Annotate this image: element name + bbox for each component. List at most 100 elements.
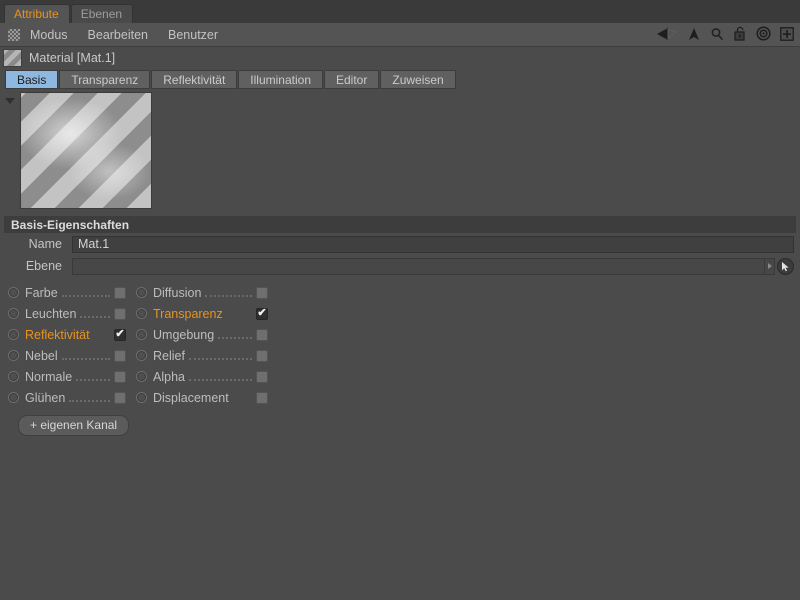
dot-leader — [218, 325, 252, 339]
up-arrow-icon[interactable] — [687, 27, 701, 44]
radio-icon[interactable] — [8, 308, 19, 319]
menu-icon-group — [656, 23, 794, 47]
dot-leader — [205, 283, 252, 297]
ebene-label: Ebene — [25, 259, 62, 273]
radio-icon[interactable] — [136, 308, 147, 319]
channel-checkbox[interactable]: ✔ — [256, 307, 268, 320]
channel-toggle-grid: Farbe ✔ Diffusion ✔ Leuchten ✔ Transpare… — [0, 282, 268, 408]
name-input[interactable]: Mat.1 — [72, 235, 794, 253]
ebene-input[interactable] — [72, 257, 765, 275]
material-preview-row — [0, 89, 800, 214]
dot-leader — [80, 304, 110, 318]
dot-leader — [188, 367, 252, 381]
preview-collapse-column — [0, 92, 20, 214]
dot-leader — [188, 346, 252, 360]
name-field-row: Name Mat.1 — [0, 233, 800, 255]
tab-illumination[interactable]: Illumination — [238, 69, 323, 89]
radio-icon[interactable] — [8, 287, 19, 298]
radio-icon[interactable] — [136, 392, 147, 403]
radio-icon[interactable] — [8, 371, 19, 382]
dot-leader — [94, 326, 110, 338]
material-tab-bar: Basis Transparenz Reflektivität Illumina… — [0, 69, 800, 89]
channel-checkbox[interactable]: ✔ — [114, 307, 126, 320]
grid-icon[interactable] — [8, 28, 20, 41]
channel-row-transparenz[interactable]: Transparenz ✔ — [136, 303, 268, 324]
channel-label: Transparenz — [153, 306, 223, 321]
ebene-field-row: Ebene — [0, 255, 800, 277]
back-arrow-icon[interactable] — [656, 27, 678, 44]
channel-checkbox[interactable]: ✔ — [114, 328, 126, 341]
tab-editor[interactable]: Editor — [324, 69, 380, 89]
material-title-bar: Material [Mat.1] — [0, 47, 800, 69]
add-channel-row: + eigenen Kanal — [0, 415, 800, 436]
channel-checkbox[interactable]: ✔ — [114, 370, 126, 383]
channel-label: Displacement — [153, 390, 229, 405]
radio-icon[interactable] — [136, 371, 147, 382]
add-own-channel-button[interactable]: + eigenen Kanal — [18, 415, 130, 436]
channel-label: Diffusion — [153, 285, 202, 300]
radio-icon[interactable] — [8, 329, 19, 340]
channel-row-alpha[interactable]: Alpha ✔ — [136, 366, 268, 387]
channel-checkbox[interactable]: ✔ — [256, 370, 268, 383]
attribute-manager-window: Attribute Ebenen Modus Bearbeiten Benutz… — [0, 0, 800, 600]
dot-leader — [76, 367, 110, 381]
name-label: Name — [28, 237, 62, 251]
tab-reflektivitaet[interactable]: Reflektivität — [151, 69, 238, 89]
channel-checkbox[interactable]: ✔ — [256, 349, 268, 362]
dot-leader — [61, 346, 110, 360]
menu-bar: Modus Bearbeiten Benutzer — [0, 23, 800, 47]
channel-row-reflektivitaet[interactable]: Reflektivität ✔ — [8, 324, 126, 345]
lock-icon[interactable] — [733, 26, 747, 44]
channel-row-umgebung[interactable]: Umgebung ✔ — [136, 324, 268, 345]
channel-row-normale[interactable]: Normale ✔ — [8, 366, 126, 387]
radio-icon[interactable] — [8, 392, 19, 403]
dot-leader — [61, 283, 110, 297]
dot-leader — [227, 305, 252, 317]
channel-row-displacement[interactable]: Displacement ✔ — [136, 387, 268, 408]
channel-row-diffusion[interactable]: Diffusion ✔ — [136, 282, 268, 303]
channel-checkbox[interactable]: ✔ — [114, 349, 126, 362]
channel-label: Normale — [25, 369, 73, 384]
channel-row-relief[interactable]: Relief ✔ — [136, 345, 268, 366]
cursor-pointer-icon[interactable] — [777, 257, 794, 275]
channel-row-farbe[interactable]: Farbe ✔ — [8, 282, 126, 303]
tab-basis[interactable]: Basis — [5, 69, 59, 89]
chevron-right-icon[interactable] — [765, 257, 775, 275]
triangle-down-icon[interactable] — [5, 98, 15, 104]
channel-label: Glühen — [25, 390, 66, 405]
channel-label: Umgebung — [153, 327, 215, 342]
channel-checkbox[interactable]: ✔ — [114, 286, 126, 299]
panel-tab-bar: Attribute Ebenen — [0, 0, 800, 23]
channel-row-leuchten[interactable]: Leuchten ✔ — [8, 303, 126, 324]
channel-row-gluehen[interactable]: Glühen ✔ — [8, 387, 126, 408]
channel-label: Leuchten — [25, 306, 77, 321]
dot-leader — [69, 388, 110, 402]
channel-label: Farbe — [25, 285, 58, 300]
channel-checkbox[interactable]: ✔ — [256, 286, 268, 299]
material-title: Material [Mat.1] — [29, 51, 116, 65]
search-icon[interactable] — [710, 27, 724, 44]
channel-label: Alpha — [153, 369, 185, 384]
channel-checkbox[interactable]: ✔ — [256, 391, 268, 404]
material-preview[interactable] — [20, 92, 152, 209]
menu-item-benutzer[interactable]: Benutzer — [168, 28, 218, 42]
dot-leader — [233, 389, 252, 401]
channel-checkbox[interactable]: ✔ — [256, 328, 268, 341]
channel-checkbox[interactable]: ✔ — [114, 391, 126, 404]
tab-zuweisen[interactable]: Zuweisen — [380, 69, 456, 89]
radio-icon[interactable] — [8, 350, 19, 361]
tab-transparenz[interactable]: Transparenz — [59, 69, 151, 89]
channel-label: Nebel — [25, 348, 58, 363]
menu-item-bearbeiten[interactable]: Bearbeiten — [88, 28, 148, 42]
channel-row-nebel[interactable]: Nebel ✔ — [8, 345, 126, 366]
menu-item-modus[interactable]: Modus — [30, 28, 68, 42]
target-icon[interactable] — [756, 26, 771, 44]
preview-highlight — [21, 93, 151, 208]
radio-icon[interactable] — [136, 287, 147, 298]
radio-icon[interactable] — [136, 350, 147, 361]
panel-tab-ebenen[interactable]: Ebenen — [70, 4, 134, 23]
channel-label: Relief — [153, 348, 185, 363]
panel-tab-attribute[interactable]: Attribute — [4, 4, 70, 23]
plus-icon[interactable] — [780, 26, 794, 44]
radio-icon[interactable] — [136, 329, 147, 340]
